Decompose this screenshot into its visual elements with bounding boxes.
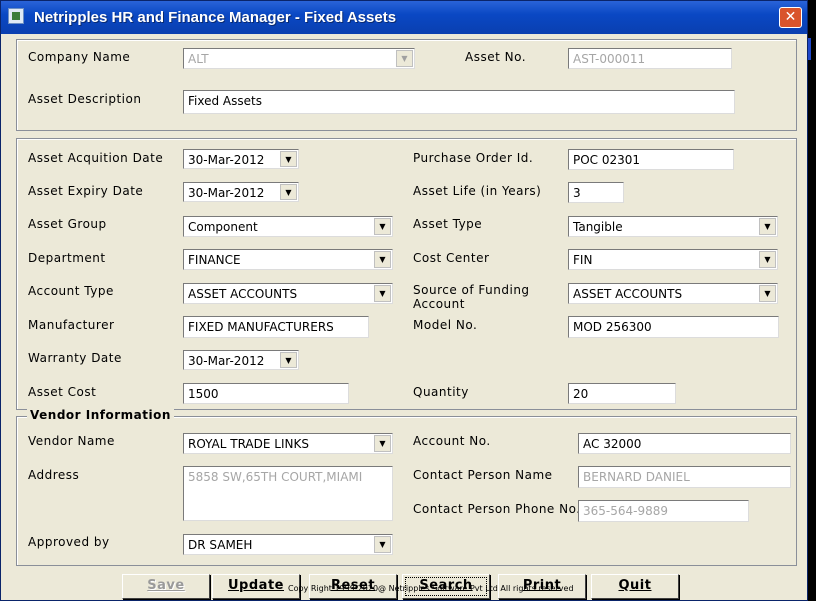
vendor-information-legend: Vendor Information (27, 408, 174, 422)
asset-cost-field[interactable]: 1500 (183, 383, 349, 404)
title-bar[interactable]: Netripples HR and Finance Manager - Fixe… (1, 1, 807, 34)
asset-details-group (16, 138, 797, 410)
asset-no-label: Asset No. (465, 50, 527, 64)
expiry-date-label: Asset Expiry Date (28, 184, 144, 198)
expiry-date-picker[interactable]: 30-Mar-2012 ▼ (183, 182, 299, 202)
address-label: Address (28, 468, 80, 482)
chevron-down-icon: ▼ (374, 218, 391, 235)
app-icon (8, 8, 24, 24)
copyright-notice: Copy Right 1999-2020@ Netripples Softwar… (288, 584, 574, 593)
asset-group-label: Asset Group (28, 217, 107, 231)
window-title: Netripples HR and Finance Manager - Fixe… (34, 9, 397, 26)
quantity-label: Quantity (413, 385, 469, 399)
approved-by-select[interactable]: DR SAMEH ▼ (183, 534, 393, 555)
acquisition-date-label: Asset Acquition Date (28, 151, 164, 165)
company-name-label: Company Name (28, 50, 131, 64)
chevron-down-icon: ▼ (759, 251, 776, 268)
asset-description-label: Asset Description (28, 92, 142, 106)
vendor-name-label: Vendor Name (28, 434, 115, 448)
fixed-assets-window: Netripples HR and Finance Manager - Fixe… (0, 0, 808, 601)
asset-cost-label: Asset Cost (28, 385, 97, 399)
asset-type-select[interactable]: Tangible ▼ (568, 216, 778, 237)
window-edge-accent (808, 38, 811, 60)
model-no-field[interactable]: MOD 256300 (568, 316, 779, 338)
funding-source-label-line2: Account (413, 297, 465, 311)
company-name-select[interactable]: ALT ▼ (183, 48, 415, 69)
account-type-label: Account Type (28, 284, 114, 298)
close-icon[interactable]: ✕ (779, 7, 802, 28)
warranty-date-label: Warranty Date (28, 351, 122, 365)
asset-life-field[interactable]: 3 (568, 182, 624, 203)
acquisition-date-picker[interactable]: 30-Mar-2012 ▼ (183, 149, 299, 169)
cost-center-select[interactable]: FIN ▼ (568, 249, 778, 270)
contact-phone-label: Contact Person Phone No. (413, 502, 581, 516)
account-no-label: Account No. (413, 434, 491, 448)
asset-no-field[interactable]: AST-000011 (568, 48, 732, 69)
funding-source-label-line1: Source of Funding (413, 283, 530, 297)
approved-by-label: Approved by (28, 535, 110, 549)
chevron-down-icon: ▼ (374, 435, 391, 452)
save-button[interactable]: Save (122, 574, 210, 599)
chevron-down-icon: ▼ (280, 184, 297, 200)
quit-button[interactable]: Quit (591, 574, 679, 599)
chevron-down-icon: ▼ (396, 50, 413, 67)
chevron-down-icon: ▼ (759, 285, 776, 302)
department-label: Department (28, 251, 106, 265)
contact-phone-field[interactable]: 365-564-9889 (578, 500, 749, 522)
manufacturer-field[interactable]: FIXED MANUFACTURERS (183, 316, 369, 338)
address-field[interactable]: 5858 SW,65TH COURT,MIAMI (183, 466, 393, 521)
vendor-name-select[interactable]: ROYAL TRADE LINKS ▼ (183, 433, 393, 454)
account-no-field[interactable]: AC 32000 (578, 433, 791, 454)
quantity-field[interactable]: 20 (568, 383, 676, 404)
department-select[interactable]: FINANCE ▼ (183, 249, 393, 270)
chevron-down-icon: ▼ (280, 151, 297, 167)
chevron-down-icon: ▼ (374, 536, 391, 553)
cost-center-label: Cost Center (413, 251, 490, 265)
contact-person-field[interactable]: BERNARD DANIEL (578, 466, 791, 488)
update-button[interactable]: Update (212, 574, 300, 599)
chevron-down-icon: ▼ (374, 251, 391, 268)
chevron-down-icon: ▼ (280, 352, 297, 368)
asset-type-label: Asset Type (413, 217, 483, 231)
manufacturer-label: Manufacturer (28, 318, 115, 332)
warranty-date-picker[interactable]: 30-Mar-2012 ▼ (183, 350, 299, 370)
asset-group-select[interactable]: Component ▼ (183, 216, 393, 237)
chevron-down-icon: ▼ (759, 218, 776, 235)
account-type-select[interactable]: ASSET ACCOUNTS ▼ (183, 283, 393, 304)
contact-person-label: Contact Person Name (413, 468, 553, 482)
purchase-order-field[interactable]: POC 02301 (568, 149, 734, 170)
chevron-down-icon: ▼ (374, 285, 391, 302)
window-edge (808, 0, 816, 601)
model-no-label: Model No. (413, 318, 478, 332)
funding-source-select[interactable]: ASSET ACCOUNTS ▼ (568, 283, 778, 304)
asset-life-label: Asset Life (in Years) (413, 184, 542, 198)
asset-description-field[interactable]: Fixed Assets (183, 90, 735, 114)
purchase-order-label: Purchase Order Id. (413, 151, 534, 165)
